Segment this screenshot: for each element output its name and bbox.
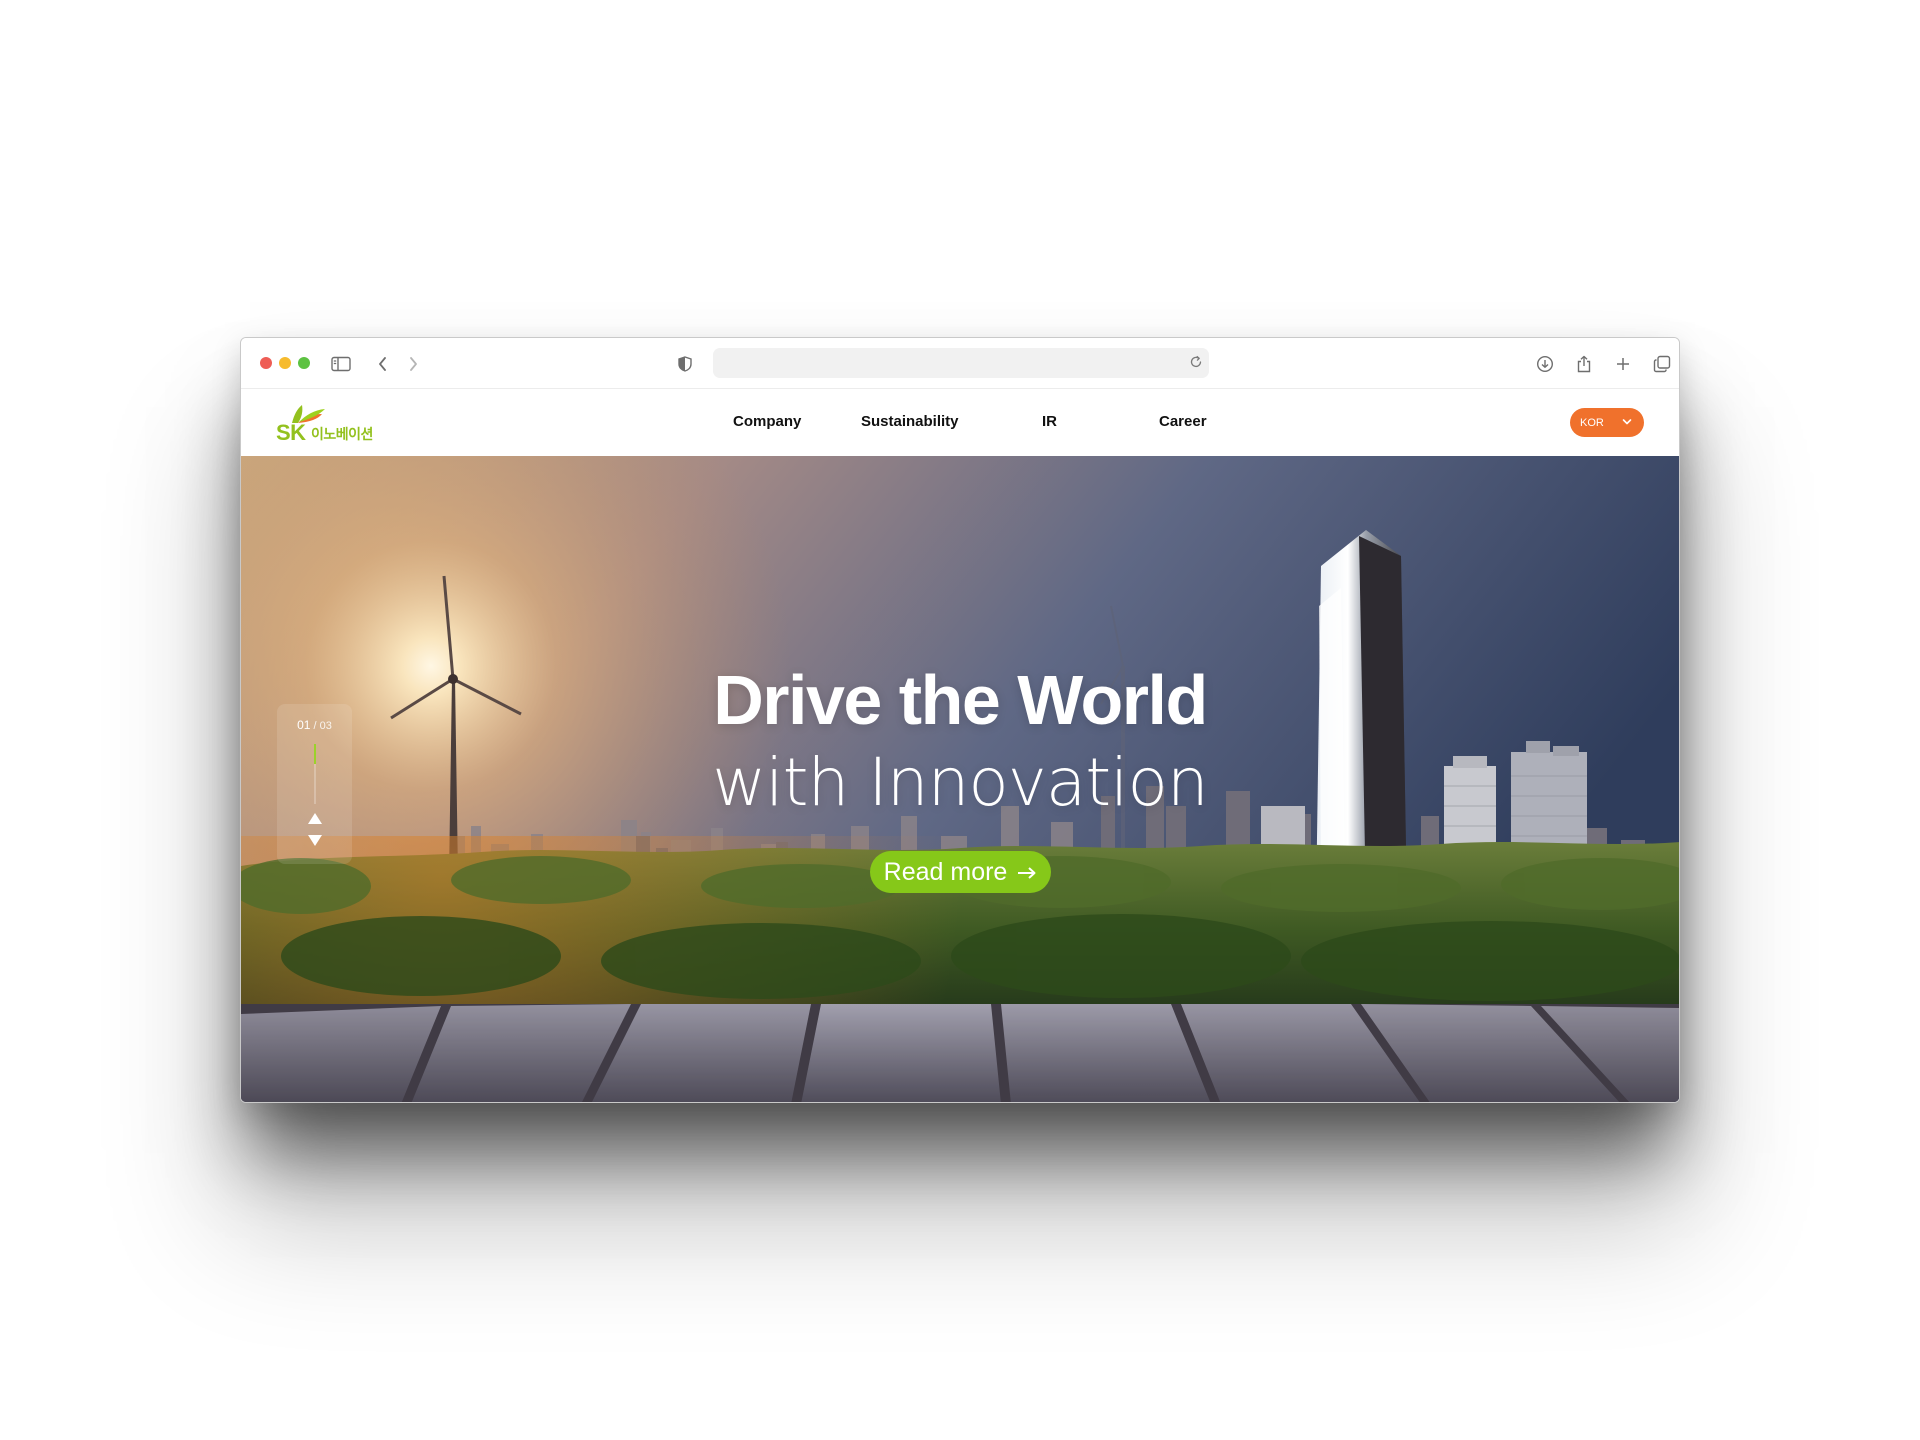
zoom-window-button[interactable]: [298, 357, 310, 369]
chevron-right-icon[interactable]: [401, 352, 425, 376]
share-icon[interactable]: [1572, 352, 1596, 376]
close-window-button[interactable]: [260, 357, 272, 369]
download-icon[interactable]: [1533, 352, 1557, 376]
chevron-down-icon: [1622, 417, 1632, 429]
nav-ir[interactable]: IR: [1042, 413, 1057, 430]
solar-panels: [241, 1004, 1679, 1102]
nav-company[interactable]: Company: [733, 413, 801, 430]
sidebar-icon[interactable]: [329, 352, 353, 376]
hero-section: 01 / 03 Drive the World with Innovation …: [241, 456, 1679, 1102]
hero-subtitle: with Innovation: [712, 744, 1208, 821]
logo-korean-text: 이노베이션: [311, 427, 373, 443]
hero-title: Drive the World: [713, 661, 1208, 739]
shield-icon[interactable]: [673, 352, 697, 376]
address-bar[interactable]: [713, 348, 1209, 378]
plus-icon[interactable]: [1611, 352, 1635, 376]
triangle-down-icon[interactable]: [306, 833, 324, 847]
browser-window: SK 이노베이션 Company Sustainability IR Caree…: [240, 337, 1680, 1103]
nav-sustainability[interactable]: Sustainability: [861, 413, 959, 430]
site-header: SK 이노베이션 Company Sustainability IR Caree…: [241, 389, 1679, 456]
reload-icon[interactable]: [1189, 355, 1203, 374]
logo-sk-text: SK: [276, 420, 306, 445]
sk-innovation-logo[interactable]: SK 이노베이션: [274, 401, 394, 447]
browser-toolbar: [241, 338, 1679, 389]
arrow-right-icon: [1017, 858, 1037, 887]
read-more-button[interactable]: Read more: [870, 851, 1051, 893]
read-more-label: Read more: [883, 857, 1008, 886]
tabs-overview-icon[interactable]: [1650, 352, 1674, 376]
chevron-left-icon[interactable]: [371, 352, 395, 376]
nav-career[interactable]: Career: [1159, 413, 1207, 430]
language-label: KOR: [1580, 416, 1604, 429]
language-selector[interactable]: KOR: [1570, 408, 1644, 437]
minimize-window-button[interactable]: [279, 357, 291, 369]
